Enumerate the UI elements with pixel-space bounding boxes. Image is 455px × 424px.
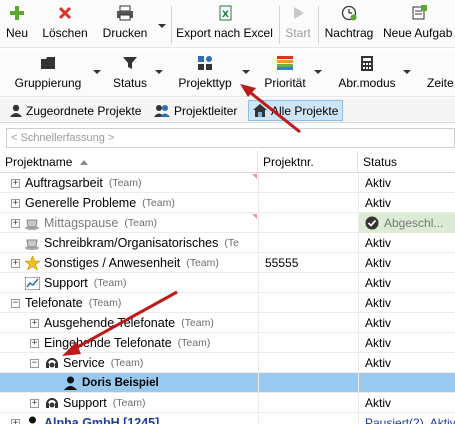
billing-mode-button[interactable]: Abr.modus xyxy=(338,55,396,93)
status-dropdown-icon[interactable] xyxy=(155,70,163,74)
status-done-cell: Abgeschl... xyxy=(358,213,455,233)
expand-icon[interactable]: + xyxy=(11,178,20,188)
excel-icon: X xyxy=(217,4,233,22)
user-icon xyxy=(63,376,78,391)
filter-toolbar: Gruppierung Status Projekttyp Priorität … xyxy=(0,49,455,97)
column-header-status[interactable]: Status xyxy=(358,151,455,173)
chart-icon xyxy=(25,276,40,291)
tab-assigned-projects[interactable]: Zugeordnete Projekte xyxy=(6,100,145,121)
comment-marker-icon xyxy=(252,174,257,179)
folder-icon xyxy=(41,55,55,71)
star-icon xyxy=(25,256,40,271)
table-row[interactable]: Schreibkram/Organisatorisches (Te Aktiv xyxy=(0,233,455,253)
user-icon xyxy=(10,104,22,117)
task-add-icon xyxy=(383,4,455,22)
table-row[interactable]: Support (Team) Aktiv xyxy=(0,273,455,293)
table-row-selected[interactable]: Doris Beispiel xyxy=(0,373,455,393)
grouping-button[interactable]: Gruppierung xyxy=(14,55,82,93)
table-row[interactable]: + Sonstiges / Anwesenheit (Team) 55555 A… xyxy=(0,253,455,273)
table-row[interactable]: + Eingehende Telefonate (Team) Aktiv xyxy=(0,333,455,353)
check-circle-icon xyxy=(365,216,379,230)
sort-ascending-icon xyxy=(80,159,89,165)
start-button[interactable]: Start xyxy=(284,4,312,44)
svg-text:X: X xyxy=(222,10,229,20)
tab-all-projects[interactable]: Alle Projekte xyxy=(248,100,344,121)
priority-bars-icon xyxy=(277,55,293,71)
expand-icon[interactable]: + xyxy=(11,198,20,208)
headset-icon xyxy=(44,356,59,371)
separator xyxy=(279,6,280,44)
plus-icon xyxy=(9,4,25,22)
headset-icon xyxy=(44,396,59,411)
table-row[interactable]: + Generelle Probleme (Team) Aktiv xyxy=(0,193,455,213)
print-dropdown-icon[interactable] xyxy=(158,24,166,28)
main-toolbar: Neu Löschen Drucken X Export nach Excel … xyxy=(0,0,455,48)
filter-icon xyxy=(123,55,137,71)
calculator-icon xyxy=(361,55,373,71)
expand-icon[interactable]: + xyxy=(11,418,20,424)
new-task-button[interactable]: Neue Aufgab xyxy=(383,4,455,44)
user-icon xyxy=(25,416,40,424)
priority-button[interactable]: Priorität xyxy=(263,55,307,93)
collapse-icon[interactable]: − xyxy=(30,358,39,368)
print-button[interactable]: Drucken xyxy=(100,4,150,44)
table-row[interactable]: + Support (Team) Aktiv xyxy=(0,393,455,413)
table-row[interactable]: + Mittagspause (Team) Abgeschl... xyxy=(0,213,455,233)
column-header-number[interactable]: Projektnr. xyxy=(258,151,358,173)
priority-dropdown-icon[interactable] xyxy=(314,70,322,74)
nachtrag-button[interactable]: Nachtrag xyxy=(322,4,376,44)
users-icon xyxy=(154,104,170,117)
grouping-dropdown-icon[interactable] xyxy=(93,70,101,74)
export-excel-button[interactable]: X Export nach Excel xyxy=(176,4,273,44)
new-button[interactable]: Neu xyxy=(6,4,28,44)
printer-icon xyxy=(116,4,134,22)
project-tree-grid: + Auftragsarbeit (Team) Aktiv + Generell… xyxy=(0,173,455,424)
billing-mode-dropdown-icon[interactable] xyxy=(403,70,411,74)
collapse-icon[interactable]: − xyxy=(11,298,20,308)
project-view-tabs: Zugeordnete Projekte Projektleiter Alle … xyxy=(0,98,455,123)
expand-icon[interactable]: + xyxy=(11,218,20,228)
expand-icon[interactable]: + xyxy=(30,398,39,408)
comment-marker-icon xyxy=(252,214,257,219)
clock-add-icon xyxy=(341,4,357,22)
table-row[interactable]: − Service (Team) Aktiv xyxy=(0,353,455,373)
table-row[interactable]: + Alpha GmbH [1245] Pausiert(2), Aktiv xyxy=(0,413,455,424)
delete-x-icon xyxy=(58,4,72,22)
separator xyxy=(171,6,172,44)
table-row[interactable]: + Auftragsarbeit (Team) Aktiv xyxy=(0,173,455,193)
tab-project-lead[interactable]: Projektleiter xyxy=(150,100,241,121)
expand-icon[interactable]: + xyxy=(30,338,39,348)
time-button[interactable]: Zeite xyxy=(427,55,455,93)
expand-icon[interactable]: + xyxy=(11,258,20,268)
expand-icon[interactable]: + xyxy=(30,318,39,328)
table-row[interactable]: + Ausgehende Telefonate (Team) Aktiv xyxy=(0,313,455,333)
separator xyxy=(318,6,319,44)
play-icon xyxy=(291,4,305,22)
house-icon xyxy=(253,104,267,117)
table-row[interactable]: − Telefonate (Team) Aktiv xyxy=(0,293,455,313)
coffee-cup-icon xyxy=(25,236,40,251)
delete-button[interactable]: Löschen xyxy=(40,4,90,44)
coffee-cup-icon xyxy=(25,216,40,231)
project-type-dropdown-icon[interactable] xyxy=(242,70,250,74)
grid-header: Projektname Projektnr. Status xyxy=(0,151,455,173)
quick-entry-input[interactable]: < Schnellerfassung > xyxy=(6,128,455,148)
shapes-icon xyxy=(197,55,213,71)
status-filter-button[interactable]: Status xyxy=(111,55,149,93)
column-header-name[interactable]: Projektname xyxy=(0,151,258,173)
project-type-button[interactable]: Projekttyp xyxy=(176,55,234,93)
